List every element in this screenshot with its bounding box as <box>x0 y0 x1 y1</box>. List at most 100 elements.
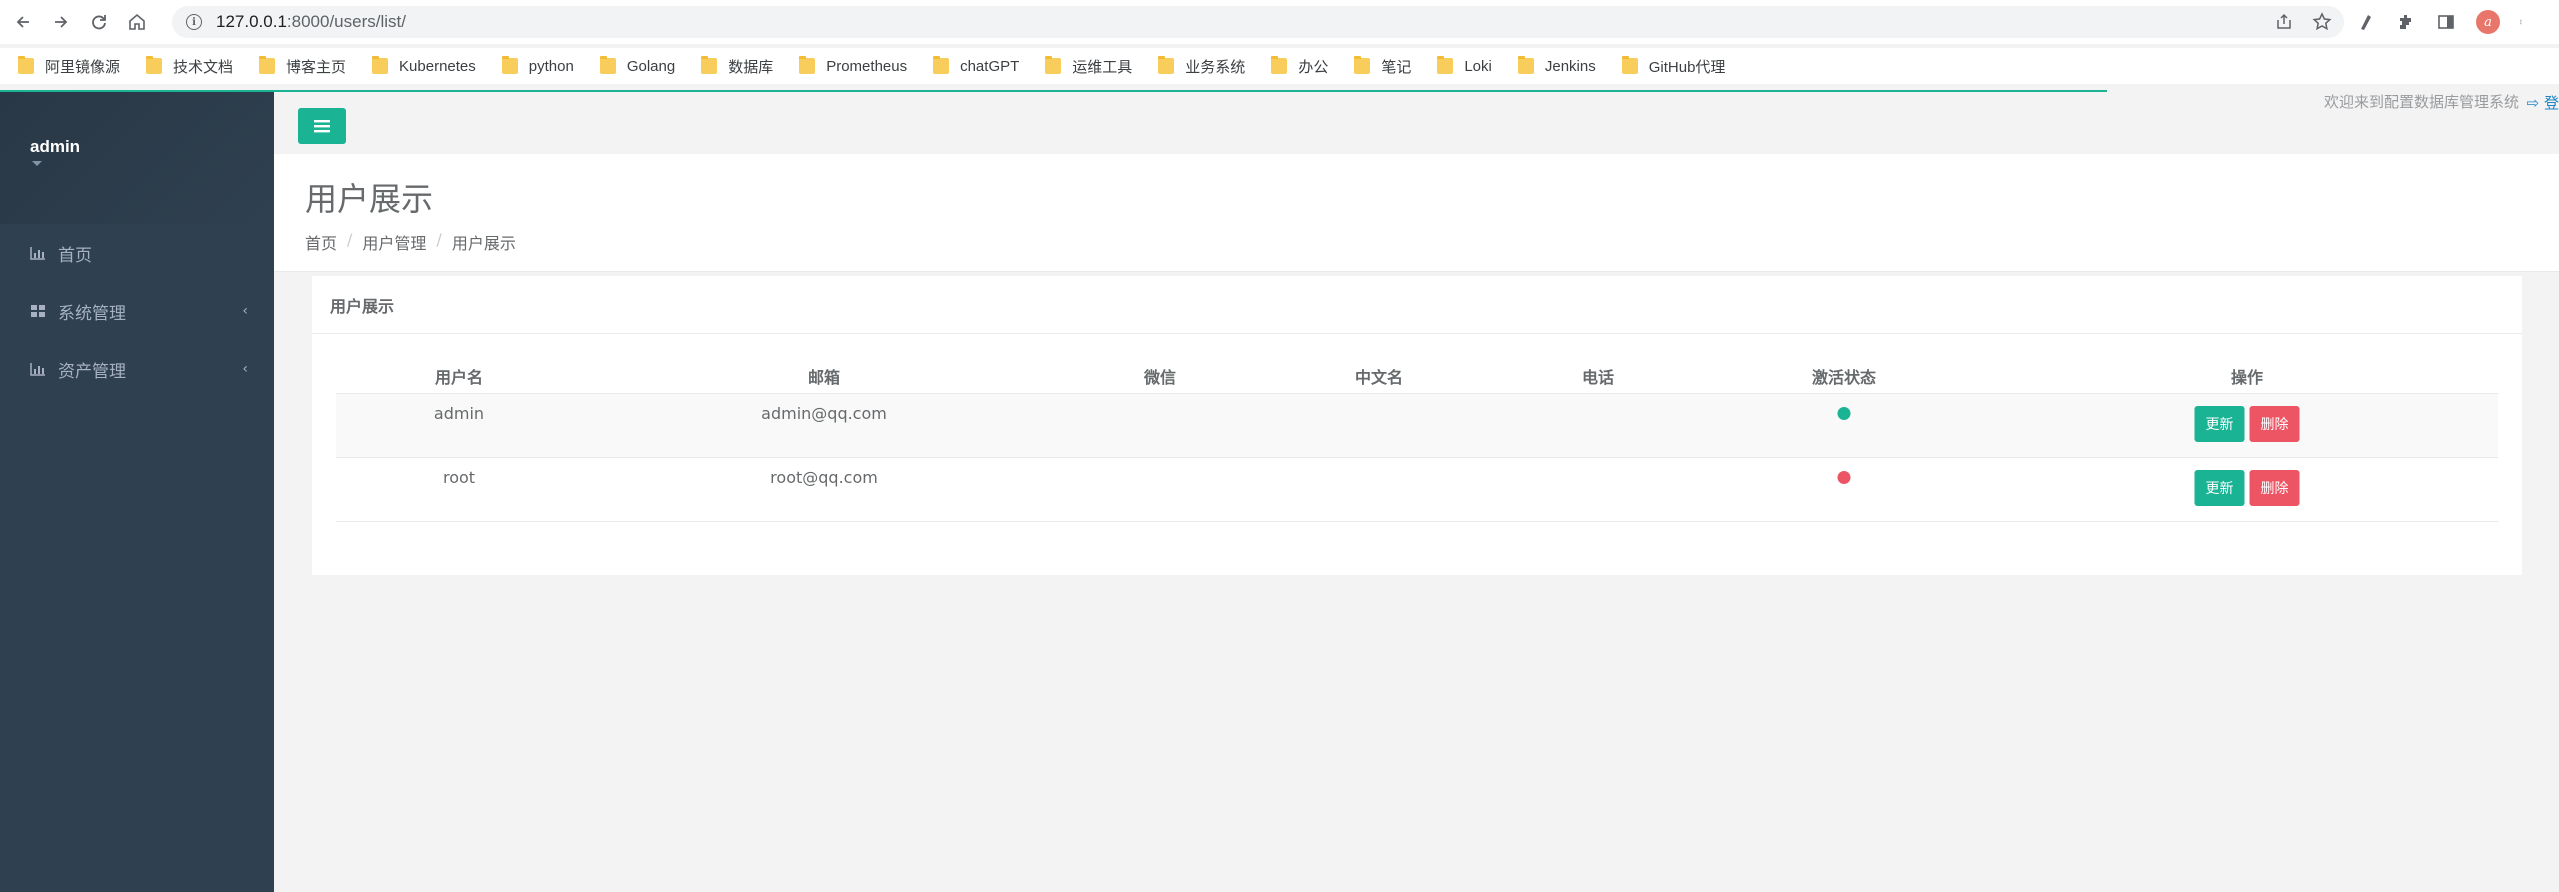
bookmark-label: 博客主页 <box>286 58 347 76</box>
folder-icon <box>799 56 816 74</box>
extension-pen-icon[interactable] <box>2356 12 2376 32</box>
col-username: 用户名 <box>434 368 484 387</box>
folder-icon <box>1621 56 1638 74</box>
forward-arrow-icon[interactable] <box>46 7 76 37</box>
bookmark-label: Kubernetes <box>399 57 476 75</box>
panel-title: 用户展示 <box>312 276 2522 334</box>
bookmark-item[interactable]: python <box>501 56 574 75</box>
bookmark-item[interactable]: Prometheus <box>799 56 908 75</box>
col-active-status: 激活状态 <box>1811 368 1877 387</box>
breadcrumb-user-management[interactable]: 用户管理 <box>362 230 426 254</box>
puzzle-extensions-icon[interactable] <box>2396 12 2416 32</box>
bookmark-label: 数据库 <box>728 58 774 76</box>
folder-icon <box>259 56 276 74</box>
cell-email: root@qq.com <box>770 468 878 487</box>
star-bookmark-icon[interactable] <box>2312 12 2332 32</box>
top-navbar: 欢迎来到配置数据库管理系统 ⇨ 登 <box>274 92 2559 154</box>
folder-icon <box>372 56 389 74</box>
menu-toggle-button[interactable] <box>298 108 346 144</box>
users-table: 用户名 邮箱 微信 中文名 电话 激活状态 操作 admin admin@qq.c… <box>336 358 2498 522</box>
bookmark-label: 技术文档 <box>173 58 234 76</box>
folder-icon <box>1354 56 1371 74</box>
bookmark-label: python <box>528 57 574 75</box>
bookmarks-bar: 阿里镜像源 技术文档 博客主页 Kubernetes python Golang 数据库 Pr… <box>0 48 2559 84</box>
site-info-icon[interactable]: i <box>186 14 202 30</box>
bookmark-item[interactable]: 业务系统 <box>1158 56 1245 77</box>
cell-username: admin <box>433 404 485 423</box>
cell-email: admin@qq.com <box>761 404 887 423</box>
bookmark-item[interactable]: chatGPT <box>933 56 1020 75</box>
back-arrow-icon[interactable] <box>8 7 38 37</box>
bookmark-item[interactable]: 办公 <box>1271 56 1328 77</box>
reload-icon[interactable] <box>84 7 114 37</box>
status-dot-icon <box>1837 471 1851 484</box>
profile-avatar[interactable]: a <box>2476 10 2500 34</box>
update-button[interactable]: 更新 <box>2194 470 2245 506</box>
folder-icon <box>599 56 616 74</box>
sidebar-item-asset-management[interactable]: 资产管理 ‹ <box>0 340 274 398</box>
bookmark-item[interactable]: GitHub代理 <box>1621 56 1726 77</box>
bookmark-item[interactable]: Jenkins <box>1517 56 1596 75</box>
bookmark-label: 运维工具 <box>1072 58 1133 76</box>
home-icon[interactable] <box>122 7 152 37</box>
profile-block[interactable]: admin <box>0 92 274 224</box>
table-row: admin admin@qq.com 更新 删除 <box>336 394 2498 458</box>
bookmark-item[interactable]: Golang <box>599 56 675 75</box>
browser-toolbar: i 127.0.0.1:8000/users/list/ a <box>0 0 2559 44</box>
delete-button[interactable]: 删除 <box>2249 406 2300 442</box>
bookmark-item[interactable]: 博客主页 <box>259 56 346 77</box>
breadcrumb-home[interactable]: 首页 <box>305 230 337 254</box>
folder-icon <box>1517 56 1534 74</box>
folder-icon <box>501 56 518 74</box>
caret-down-icon[interactable] <box>32 161 42 166</box>
folder-icon <box>146 56 163 74</box>
cell-username: root <box>442 468 476 487</box>
cell-actions: 更新 删除 <box>2194 406 2300 442</box>
folder-icon <box>1045 56 1062 74</box>
col-cn-name: 中文名 <box>1354 368 1404 387</box>
address-bar[interactable]: i 127.0.0.1:8000/users/list/ <box>172 6 2344 38</box>
col-wechat: 微信 <box>1143 368 1177 387</box>
sidebar-item-system-management[interactable]: 系统管理 ‹ <box>0 282 274 340</box>
share-icon[interactable] <box>2274 12 2294 32</box>
sidebar-item-label: 系统管理 <box>58 303 126 324</box>
bookmark-label: Prometheus <box>826 57 908 75</box>
bookmark-label: 笔记 <box>1381 58 1412 76</box>
breadcrumb-separator: / <box>347 230 353 249</box>
side-panel-icon[interactable] <box>2436 12 2456 32</box>
folder-icon <box>1271 56 1288 74</box>
bookmark-label: chatGPT <box>960 57 1020 75</box>
cell-active-status <box>1837 404 1851 420</box>
bookmark-item[interactable]: 阿里镜像源 <box>18 56 120 77</box>
table-row: root root@qq.com 更新 删除 <box>336 458 2498 522</box>
folder-icon <box>1158 56 1175 74</box>
bookmark-label: Loki <box>1464 57 1492 75</box>
welcome-message: 欢迎来到配置数据库管理系统 <box>2323 93 2519 111</box>
bookmark-item[interactable]: Kubernetes <box>372 56 476 75</box>
folder-icon <box>933 56 950 74</box>
bookmark-item[interactable]: Loki <box>1437 56 1492 75</box>
sign-out-icon: ⇨ <box>2526 94 2540 112</box>
sidebar-item-label: 首页 <box>58 245 92 266</box>
table-header: 用户名 邮箱 微信 中文名 电话 激活状态 操作 <box>336 358 2498 394</box>
breadcrumb-separator: / <box>436 230 442 249</box>
sidebar-item-home[interactable]: 首页 <box>0 224 274 282</box>
delete-button[interactable]: 删除 <box>2249 470 2300 506</box>
users-panel: 用户展示 用户名 邮箱 微信 中文名 电话 激活状态 操作 admin admin… <box>312 276 2522 575</box>
page-title: 用户展示 <box>305 181 434 217</box>
chevron-left-icon: ‹ <box>242 361 248 377</box>
bookmark-label: Jenkins <box>1544 57 1596 75</box>
logout-link[interactable]: ⇨ 登 <box>2527 92 2559 113</box>
bookmark-item[interactable]: 笔记 <box>1354 56 1411 77</box>
update-button[interactable]: 更新 <box>2194 406 2245 442</box>
kebab-menu-icon[interactable] <box>2520 12 2526 32</box>
bookmark-item[interactable]: 运维工具 <box>1045 56 1132 77</box>
grid-icon <box>31 305 45 317</box>
url-text: 127.0.0.1:8000/users/list/ <box>216 12 406 31</box>
bookmark-label: GitHub代理 <box>1648 58 1726 76</box>
bookmark-item[interactable]: 数据库 <box>701 56 773 77</box>
bookmark-item[interactable]: 技术文档 <box>146 56 233 77</box>
sidebar: admin 首页 系统管理 ‹ 资产管理 ‹ <box>0 92 274 892</box>
bar-chart-icon <box>30 247 45 260</box>
folder-icon <box>1437 56 1454 74</box>
